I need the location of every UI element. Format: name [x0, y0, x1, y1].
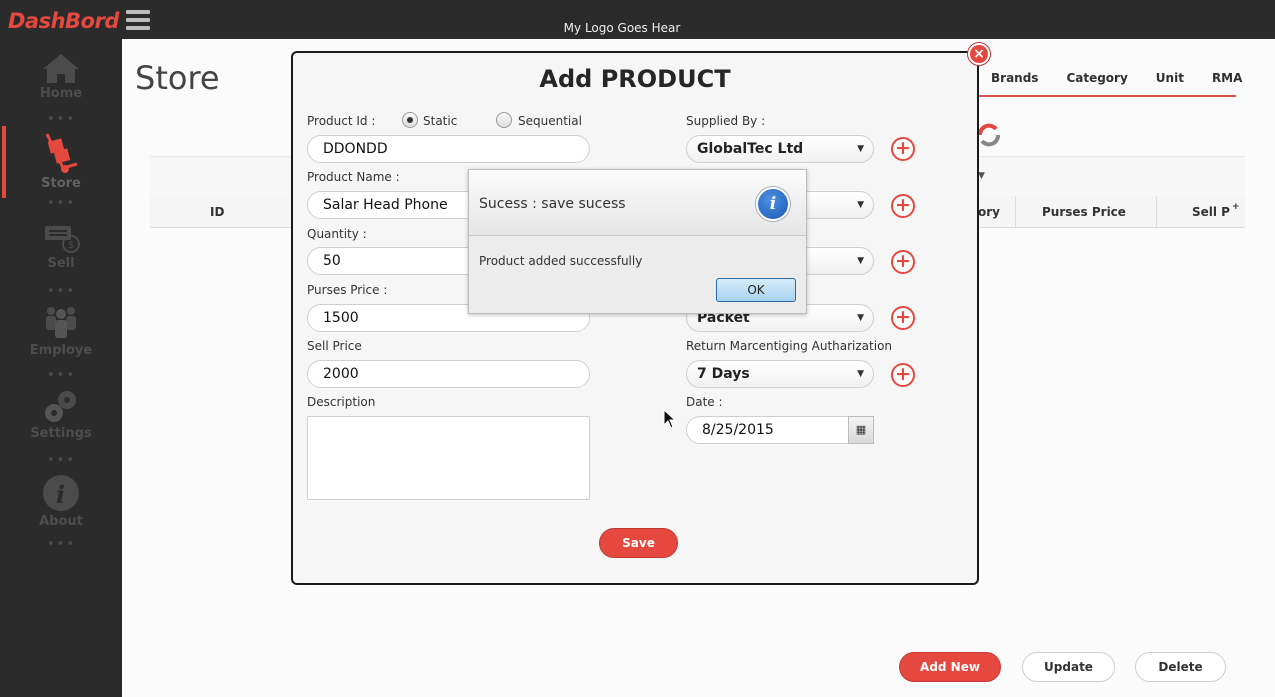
rma-label: Return Marcentiging Autharization	[686, 339, 893, 353]
column-header-sell-price[interactable]: Sell P	[1192, 205, 1230, 219]
tab-category[interactable]: Category	[1052, 71, 1141, 85]
update-button[interactable]: Update	[1022, 652, 1115, 682]
column-divider	[1156, 196, 1157, 228]
top-bar: My Logo Goes Hear	[122, 0, 1275, 39]
alert-header: Sucess : save sucess i	[469, 170, 806, 236]
save-button[interactable]: Save	[599, 528, 678, 558]
sidebar-item-label: Employe	[29, 343, 93, 358]
add-new-button[interactable]: Add New	[899, 652, 1001, 682]
date-label: Date :	[686, 395, 723, 409]
alert-message: Product added successfully	[479, 254, 643, 268]
product-id-field[interactable]: DDONDD	[307, 135, 590, 163]
separator-dots: •••	[47, 453, 77, 468]
product-id-label: Product Id :	[307, 114, 376, 128]
purses-price-label: Purses Price :	[307, 283, 388, 297]
radio-static[interactable]	[402, 112, 418, 128]
radio-static-label: Static	[423, 114, 458, 128]
gears-icon	[45, 391, 76, 422]
description-label: Description	[307, 395, 376, 409]
chevron-down-icon: ▼	[857, 313, 864, 323]
sidebar-item-label: About	[39, 514, 83, 529]
add-rma-icon[interactable]: +	[891, 363, 915, 387]
sidebar-item-label: Settings	[30, 426, 92, 441]
rma-value: 7 Days	[697, 366, 750, 382]
sidebar-item-label: Store	[41, 176, 81, 191]
home-icon	[43, 54, 79, 83]
add-brand-icon[interactable]: +	[891, 194, 915, 218]
supplied-by-label: Supplied By :	[686, 114, 766, 128]
description-field[interactable]	[307, 416, 590, 500]
product-name-label: Product Name :	[307, 170, 400, 184]
column-header-category[interactable]: ory	[978, 205, 1000, 219]
chevron-down-icon: ▼	[857, 144, 864, 154]
supplied-by-value: GlobalTec Ltd	[697, 141, 804, 157]
cash-register-icon: $	[45, 226, 80, 253]
brand-logo: DashBord	[8, 9, 119, 33]
add-category-icon[interactable]: +	[891, 250, 915, 274]
column-header-purses-price[interactable]: Purses Price	[1042, 205, 1126, 219]
success-alert: Sucess : save sucess i Product added suc…	[468, 169, 807, 314]
supplied-by-select[interactable]: GlobalTec Ltd ▼	[686, 135, 874, 163]
calendar-icon[interactable]: ▦	[848, 416, 874, 444]
sidebar-item-store[interactable]: Store	[0, 132, 122, 191]
column-header-id[interactable]: ID	[210, 205, 224, 219]
sidebar-item-home[interactable]: Home	[0, 52, 122, 101]
separator-dots: •••	[47, 112, 77, 127]
chevron-down-icon: ▼	[857, 200, 864, 210]
add-supplier-icon[interactable]: +	[891, 137, 915, 161]
store-tabs: Brands Category Unit RMA	[977, 71, 1256, 85]
ok-button[interactable]: OK	[716, 278, 796, 302]
separator-dots: •••	[47, 537, 77, 552]
chevron-down-icon: ▼	[857, 256, 864, 266]
quantity-label: Quantity :	[307, 227, 367, 241]
separator-dots: •••	[47, 284, 77, 299]
sell-price-field[interactable]: 2000	[307, 360, 590, 388]
chevron-down-icon[interactable]: ▼	[978, 171, 985, 181]
sidebar-item-label: Home	[39, 86, 83, 101]
radio-sequential[interactable]	[496, 112, 512, 128]
hand-truck-icon	[45, 133, 78, 173]
info-icon: i	[756, 187, 790, 221]
sidebar-item-label: Sell	[47, 256, 75, 271]
hamburger-menu-icon[interactable]	[126, 10, 150, 30]
chevron-down-icon: ▼	[857, 369, 864, 379]
info-icon: i	[43, 475, 79, 511]
page-title: Store	[135, 59, 220, 97]
column-menu-icon[interactable]: +	[1232, 202, 1240, 212]
date-field[interactable]: 8/25/2015	[686, 416, 850, 444]
tab-rma[interactable]: RMA	[1198, 71, 1256, 85]
separator-dots: •••	[47, 368, 77, 383]
radio-sequential-label: Sequential	[518, 114, 582, 128]
svg-text:$: $	[68, 240, 74, 251]
column-divider	[1015, 196, 1016, 228]
tab-unit[interactable]: Unit	[1142, 71, 1198, 85]
mouse-cursor-icon	[663, 409, 677, 429]
people-icon	[46, 307, 76, 338]
refresh-icon[interactable]	[976, 122, 1002, 148]
tab-brands[interactable]: Brands	[977, 71, 1052, 85]
rma-select[interactable]: 7 Days ▼	[686, 360, 874, 388]
dialog-title: Add PRODUCT	[539, 65, 731, 93]
separator-dots: •••	[47, 196, 77, 211]
sidebar-item-about[interactable]: i About	[0, 474, 122, 529]
sidebar: DashBord Home ••• Store ••• $ Sell ••• E…	[0, 0, 122, 697]
tab-underline	[972, 95, 1236, 97]
close-icon[interactable]: ×	[968, 43, 990, 65]
sidebar-item-employe[interactable]: Employe	[0, 305, 122, 358]
sell-price-label: Sell Price	[307, 339, 362, 353]
add-unit-icon[interactable]: +	[891, 306, 915, 330]
sidebar-item-settings[interactable]: Settings	[0, 388, 122, 441]
sidebar-item-sell[interactable]: $ Sell	[0, 222, 122, 271]
delete-button[interactable]: Delete	[1135, 652, 1226, 682]
alert-title: Sucess : save sucess	[479, 196, 626, 212]
svg-text:i: i	[56, 480, 65, 509]
logo-text: My Logo Goes Hear	[563, 21, 681, 35]
